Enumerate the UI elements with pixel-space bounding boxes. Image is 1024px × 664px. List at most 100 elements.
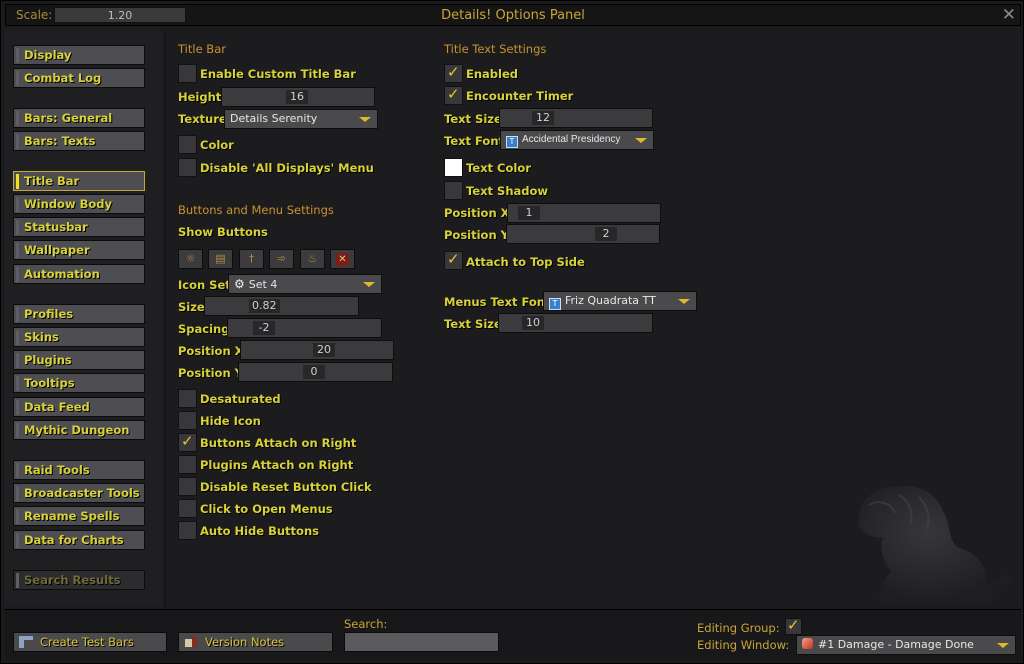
title-position-y-label: Position Y [444, 228, 509, 242]
hide-icon-checkbox[interactable] [178, 411, 197, 430]
sidebar-item-label: Bars: Texts [24, 134, 96, 148]
gear-icon: ⚙ [234, 277, 245, 291]
sidebar-item-label: Combat Log [24, 71, 102, 85]
title-position-x-slider[interactable]: 1 [507, 203, 661, 223]
text-font-value: Accidental Presidency [522, 134, 621, 145]
sidebar-item-tooltips[interactable]: Tooltips [13, 373, 145, 393]
attach-top-checkbox[interactable]: ✓ [444, 250, 463, 270]
sidebar-item-mythic-dungeon[interactable]: Mythic Dungeon [13, 420, 145, 440]
texture-dropdown[interactable]: Details Serenity [224, 109, 378, 129]
sidebar-item-display[interactable]: Display [13, 45, 145, 65]
text-font-dropdown[interactable]: T Accidental Presidency [500, 130, 654, 150]
buttons-attach-right-checkbox[interactable]: ✓ [178, 432, 197, 452]
menus-font-label: Menus Text Font [444, 295, 551, 309]
sidebar-item-combat-log[interactable]: Combat Log [13, 68, 145, 88]
chevron-down-icon [678, 299, 690, 304]
encounter-timer-checkbox[interactable]: ✓ [444, 85, 463, 105]
text-shadow-label: Text Shadow [466, 184, 549, 198]
create-test-bars-label: Create Test Bars [40, 635, 134, 649]
sidebar-item-label: Plugins [24, 353, 72, 367]
auto-hide-buttons-checkbox[interactable] [178, 521, 197, 540]
menus-font-dropdown[interactable]: T Friz Quadrata TT [543, 291, 697, 311]
title-position-x-value: 1 [518, 206, 540, 220]
sidebar-item-skins[interactable]: Skins [13, 327, 145, 347]
size-slider[interactable]: 0.82 [204, 296, 359, 316]
desaturated-checkbox[interactable] [178, 389, 197, 408]
sidebar-item-data-feed[interactable]: Data Feed [13, 397, 145, 417]
check-icon: ✓ [447, 250, 460, 268]
editing-window-dropdown[interactable]: #1 Damage - Damage Done [796, 635, 1016, 655]
close-icon[interactable]: ✕ [1002, 5, 1016, 25]
enable-custom-title-bar-label: Enable Custom Title Bar [200, 67, 356, 81]
color-label: Color [200, 138, 234, 152]
menus-size-slider[interactable]: 10 [498, 313, 653, 333]
editing-window-label: Editing Window: [697, 638, 790, 652]
enabled-checkbox[interactable]: ✓ [444, 63, 463, 83]
damage-icon [802, 638, 813, 649]
sidebar-item-data-for-charts[interactable]: Data for Charts [13, 530, 145, 550]
disable-reset-click-checkbox[interactable] [178, 477, 197, 496]
lion-statue-image [859, 486, 1013, 603]
section-title-title-text: Title Text Settings [444, 42, 547, 56]
toggle-document-button[interactable]: ▤ [208, 249, 233, 269]
sidebar-item-plugins[interactable]: Plugins [13, 350, 145, 370]
enable-custom-title-bar-checkbox[interactable] [178, 64, 197, 83]
sidebar-item-wallpaper[interactable]: Wallpaper [13, 240, 145, 260]
text-color-label: Text Color [466, 161, 531, 175]
section-title-title-bar: Title Bar [178, 42, 226, 56]
hide-icon-label: Hide Icon [200, 414, 261, 428]
panel-title: Details! Options Panel [441, 8, 585, 23]
sidebar-item-window-body[interactable]: Window Body [13, 194, 145, 214]
search-input[interactable] [344, 632, 499, 652]
title-position-y-slider[interactable]: 2 [506, 224, 660, 244]
text-size-slider[interactable]: 12 [499, 108, 653, 128]
text-size-label: Text Size [444, 112, 502, 126]
encounter-timer-label: Encounter Timer [466, 89, 574, 103]
sidebar-item-rename-spells[interactable]: Rename Spells [13, 506, 145, 526]
sidebar-item-broadcaster-tools[interactable]: Broadcaster Tools [13, 483, 145, 503]
toggle-arrow-button[interactable]: ➾ [269, 249, 294, 269]
sword-icon: † [248, 252, 255, 265]
sidebar-item-bars-general[interactable]: Bars: General [13, 108, 145, 128]
check-icon: ✓ [447, 63, 460, 81]
sidebar-item-label: Profiles [24, 307, 74, 321]
document-icon: ▤ [215, 252, 226, 265]
sidebar-item-search-results[interactable]: Search Results [13, 570, 145, 590]
sidebar-item-label: Search Results [24, 573, 121, 587]
title-position-y-value: 2 [595, 227, 617, 241]
text-color-swatch[interactable] [444, 158, 463, 177]
position-y-slider[interactable]: 0 [238, 362, 393, 382]
text-shadow-checkbox[interactable] [444, 181, 463, 200]
disable-all-displays-checkbox[interactable] [178, 158, 197, 177]
toggle-sword-button[interactable]: † [239, 249, 264, 269]
sidebar-item-title-bar[interactable]: Title Bar [13, 171, 145, 191]
position-x-slider[interactable]: 20 [240, 340, 394, 360]
click-open-menus-checkbox[interactable] [178, 499, 197, 518]
create-test-bars-button[interactable]: Create Test Bars [13, 632, 167, 652]
position-x-label: Position X [178, 344, 244, 358]
icon-set-dropdown[interactable]: ⚙ Set 4 [228, 274, 382, 294]
search-label: Search: [344, 617, 388, 631]
height-slider[interactable]: 16 [221, 87, 375, 107]
font-icon: T [506, 136, 518, 148]
menus-font-value: Friz Quadrata TT [565, 294, 656, 307]
title-position-x-label: Position X [444, 206, 510, 220]
sidebar-item-statusbar[interactable]: Statusbar [13, 217, 145, 237]
spacing-slider[interactable]: -2 [227, 318, 382, 338]
sidebar-item-automation[interactable]: Automation [13, 264, 145, 284]
plugins-attach-right-checkbox[interactable] [178, 455, 197, 474]
toggle-reset-button[interactable]: ♨ [300, 249, 325, 269]
texture-value: Details Serenity [230, 112, 318, 125]
color-checkbox[interactable] [178, 135, 197, 154]
plugins-attach-right-label: Plugins Attach on Right [200, 458, 354, 472]
toggle-close-button[interactable]: ✕ [330, 249, 355, 269]
show-buttons-label: Show Buttons [178, 225, 268, 239]
version-notes-button[interactable]: Version Notes [178, 632, 333, 652]
sidebar-item-raid-tools[interactable]: Raid Tools [13, 460, 145, 480]
sidebar-item-bars-texts[interactable]: Bars: Texts [13, 131, 145, 151]
toggle-gear-button[interactable]: ☼ [178, 249, 203, 269]
editing-group-checkbox[interactable]: ✓ [785, 616, 802, 635]
sidebar-item-label: Statusbar [24, 220, 88, 234]
sidebar-item-profiles[interactable]: Profiles [13, 304, 145, 324]
close-icon: ✕ [336, 253, 349, 266]
